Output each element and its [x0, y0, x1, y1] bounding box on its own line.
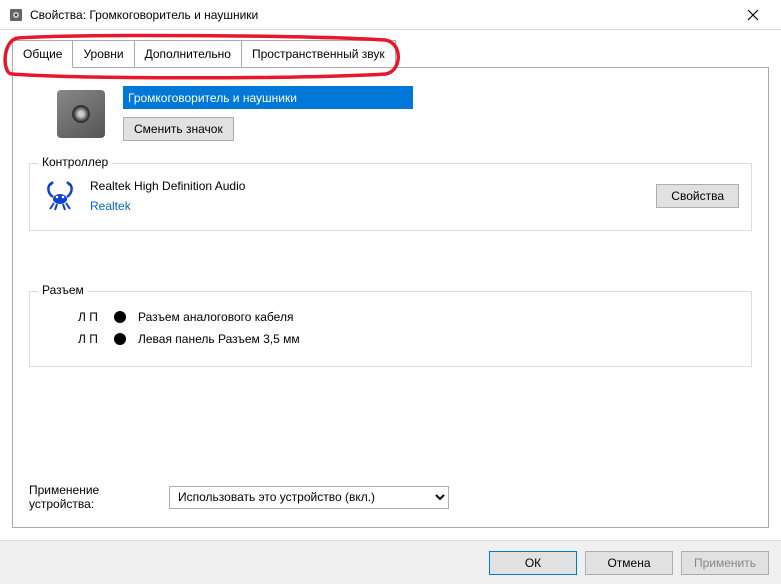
device-usage-label: Применение устройства:	[29, 483, 129, 511]
controller-vendor-link[interactable]: Realtek	[90, 199, 644, 213]
jack-group: Разъем Л П Разъем аналогового кабеля Л П…	[29, 291, 752, 367]
tab-strip: Общие Уровни Дополнительно Пространствен…	[12, 40, 769, 68]
jack-row: Л П Левая панель Разъем 3,5 мм	[42, 328, 739, 350]
device-usage-row: Применение устройства: Использовать это …	[29, 483, 752, 511]
window-title: Свойства: Громкоговоритель и наушники	[30, 8, 733, 22]
device-name-input[interactable]	[123, 86, 413, 109]
jack-label: Левая панель Разъем 3,5 мм	[138, 332, 300, 346]
tab-panel-general: Сменить значок Контроллер Realte	[12, 68, 769, 528]
device-usage-select[interactable]: Использовать это устройство (вкл.)	[169, 486, 449, 509]
jack-color-dot	[114, 333, 126, 345]
tab-advanced[interactable]: Дополнительно	[134, 40, 242, 67]
dialog-footer: ОК Отмена Применить	[0, 540, 781, 584]
tab-general[interactable]: Общие	[12, 40, 73, 68]
controller-group-title: Контроллер	[38, 155, 112, 169]
titlebar: Свойства: Громкоговоритель и наушники	[0, 0, 781, 30]
jack-label: Разъем аналогового кабеля	[138, 310, 293, 324]
ok-button[interactable]: ОК	[489, 551, 577, 575]
close-button[interactable]	[733, 1, 773, 29]
speaker-window-icon	[8, 7, 24, 23]
change-icon-button[interactable]: Сменить значок	[123, 117, 234, 141]
realtek-crab-icon	[42, 178, 78, 214]
device-speaker-icon	[57, 90, 105, 138]
tab-spatial-sound[interactable]: Пространственный звук	[241, 40, 396, 67]
jack-row: Л П Разъем аналогового кабеля	[42, 306, 739, 328]
jack-channels: Л П	[78, 332, 102, 346]
jack-color-dot	[114, 311, 126, 323]
jack-channels: Л П	[78, 310, 102, 324]
apply-button[interactable]: Применить	[681, 551, 769, 575]
controller-group: Контроллер Realtek High Definition Audio…	[29, 163, 752, 231]
tab-levels[interactable]: Уровни	[72, 40, 134, 67]
cancel-button[interactable]: Отмена	[585, 551, 673, 575]
controller-properties-button[interactable]: Свойства	[656, 184, 739, 208]
controller-name: Realtek High Definition Audio	[90, 179, 644, 193]
jack-group-title: Разъем	[38, 283, 88, 297]
